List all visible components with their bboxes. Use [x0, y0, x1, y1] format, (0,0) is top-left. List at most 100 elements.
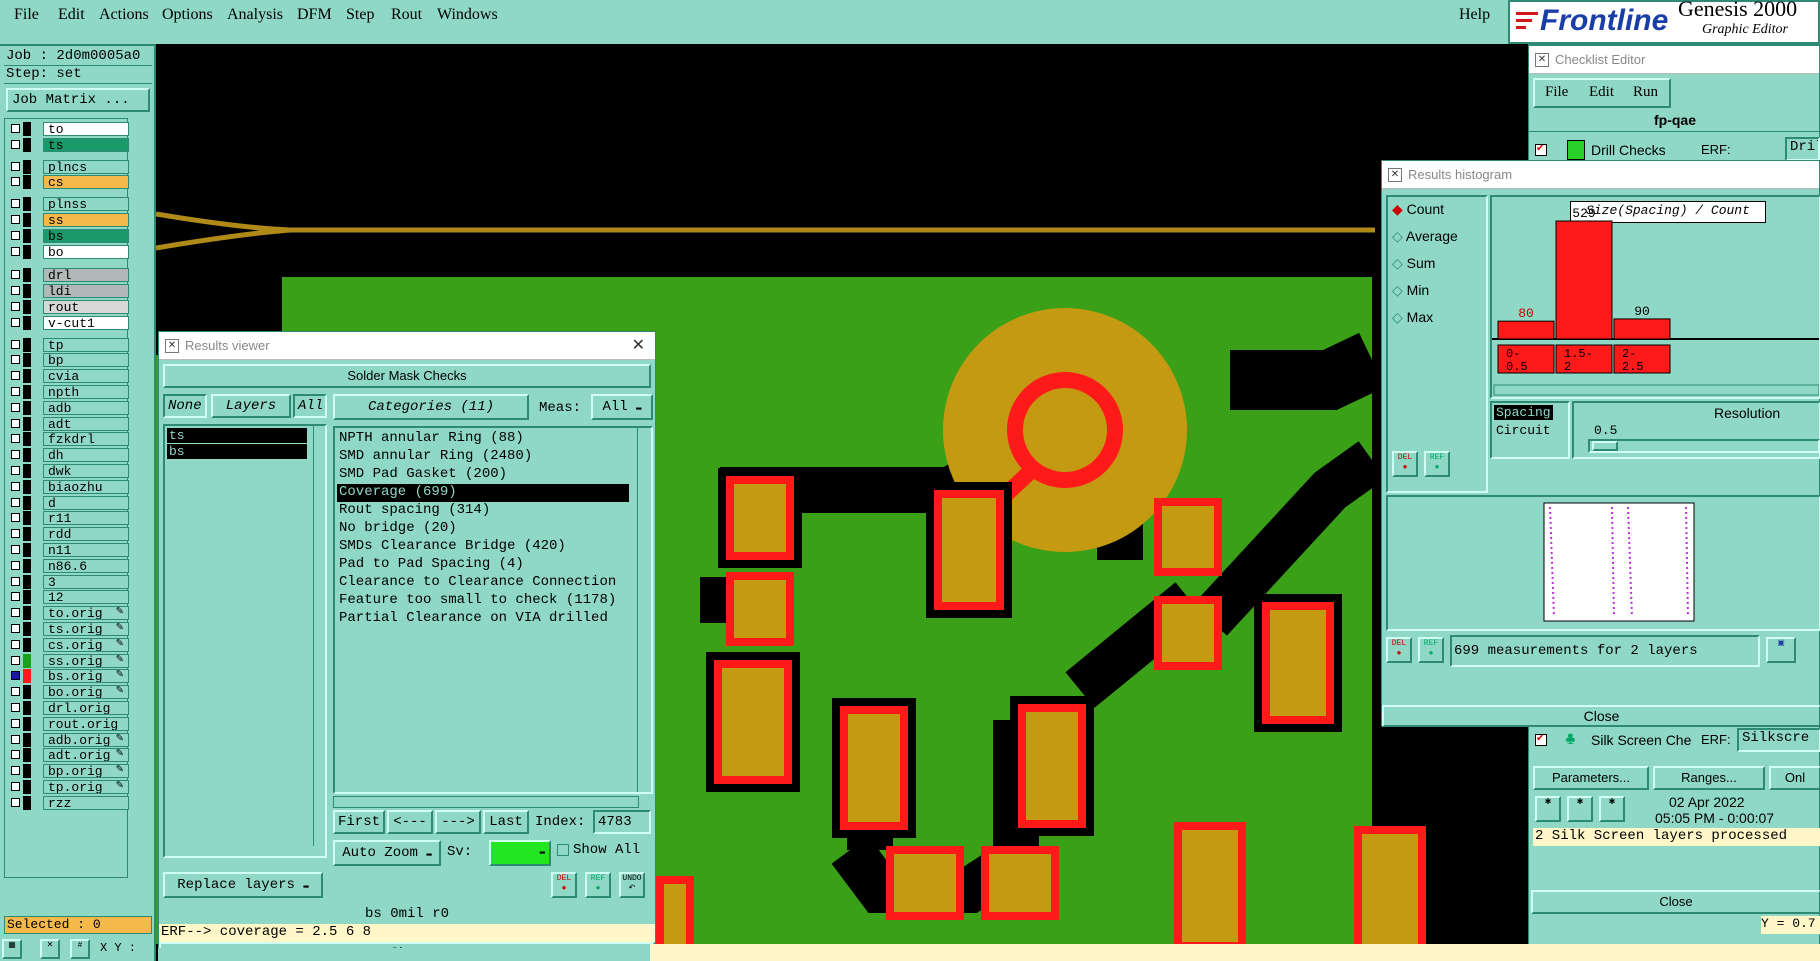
layer-row[interactable]: tp [7, 337, 129, 352]
show-all-checkbox[interactable] [557, 844, 569, 856]
layer-row[interactable]: rout.orig [7, 716, 129, 731]
layer-name[interactable]: 3 [43, 574, 129, 589]
ref-button[interactable]: REF ● [585, 872, 611, 898]
run-check-icon[interactable]: ✱ [1535, 796, 1561, 822]
layer-checkbox[interactable] [11, 576, 20, 586]
layer-row[interactable]: bo.orig ✎ [7, 685, 129, 700]
layer-checkbox[interactable] [11, 230, 20, 240]
menu-windows[interactable]: Windows [437, 6, 498, 24]
layer-checkbox[interactable] [11, 718, 20, 728]
layer-checkbox[interactable] [11, 466, 20, 475]
layer-row[interactable]: cs.orig ✎ [7, 637, 129, 652]
categories-hscrollbar[interactable] [333, 796, 639, 808]
layer-name[interactable]: dh [43, 448, 129, 463]
layer-checkbox[interactable] [11, 671, 20, 681]
layer-row[interactable]: bo [7, 244, 129, 259]
layer-row[interactable]: cs [7, 175, 129, 190]
layer-checkbox[interactable] [11, 608, 20, 618]
layer-name[interactable]: d [43, 495, 129, 510]
categories-scrollbar[interactable] [637, 428, 651, 792]
auto-zoom-dropdown[interactable]: Auto Zoom ▬ [333, 840, 441, 866]
category-item[interactable]: Clearance to Clearance Connection [337, 574, 637, 592]
histogram-option-count[interactable]: ◆ Count [1392, 201, 1444, 218]
layer-name[interactable]: adb.orig ✎ [43, 732, 129, 747]
layer-checkbox[interactable] [11, 513, 20, 523]
layer-name[interactable]: cvia [43, 369, 129, 384]
layer-name[interactable]: rout.orig [43, 716, 129, 731]
layer-row[interactable]: bp.orig ✎ [7, 764, 129, 779]
silk-erf-input[interactable]: Silkscre [1737, 728, 1820, 752]
histogram-ref-button[interactable]: REF ● [1424, 451, 1450, 477]
layer-name[interactable]: ts.orig ✎ [43, 622, 129, 636]
layer-name[interactable]: rzz [43, 795, 129, 810]
category-item[interactable]: SMD Pad Gasket (200) [337, 466, 637, 484]
replace-layers-button[interactable]: Replace layers ▬ [163, 872, 323, 898]
histogram-del-button[interactable]: DEL ● [1392, 451, 1418, 477]
layer-row[interactable]: dh [7, 448, 129, 463]
layer-row[interactable]: n86.6 [7, 558, 129, 573]
layer-row[interactable]: adt.orig ✎ [7, 748, 129, 763]
last-button[interactable]: Last [483, 810, 529, 834]
only-button[interactable]: Onl [1769, 766, 1820, 790]
layer-checkbox[interactable] [11, 371, 20, 381]
layer-name[interactable]: adt [43, 416, 129, 431]
layer-checkbox[interactable] [11, 529, 20, 539]
drill-erf-input[interactable]: Drill (N [1785, 137, 1820, 161]
layer-row[interactable]: 3 [7, 574, 129, 589]
layer-checkbox[interactable] [11, 592, 20, 602]
layer-name[interactable]: tp [43, 337, 129, 352]
layer-name[interactable]: bs.orig ✎ [43, 669, 129, 684]
menu-analysis[interactable]: Analysis [227, 6, 283, 24]
layer-checkbox[interactable] [11, 270, 20, 280]
layer-checkbox[interactable] [11, 402, 20, 412]
layer-row[interactable]: ts.orig ✎ [7, 622, 129, 636]
layer-name[interactable]: npth [43, 385, 129, 399]
layer-name[interactable]: bp.orig ✎ [43, 764, 129, 779]
histogram-close-button[interactable]: Close [1382, 705, 1820, 727]
close-icon[interactable]: ✕ [632, 332, 645, 360]
layer-checkbox[interactable] [11, 177, 20, 187]
layer-row[interactable]: drl.orig [7, 701, 129, 715]
layer-row[interactable]: drl [7, 268, 129, 283]
layer-checkbox[interactable] [11, 797, 20, 807]
layer-row[interactable]: rdd [7, 527, 129, 542]
layer-row[interactable]: ss.orig ✎ [7, 653, 129, 668]
layer-row[interactable]: plncs [7, 159, 129, 174]
layer-row[interactable]: plnss [7, 197, 129, 212]
layer-name[interactable]: ts [43, 137, 129, 152]
layer-checkbox[interactable] [11, 418, 20, 428]
layer-name[interactable]: cs [43, 175, 129, 190]
layer-name[interactable]: cs.orig ✎ [43, 637, 129, 652]
menu-actions[interactable]: Actions [99, 6, 149, 24]
layer-name[interactable]: bo [43, 244, 129, 259]
none-button[interactable]: None [163, 394, 207, 418]
layer-row[interactable]: r11 [7, 511, 129, 526]
category-item[interactable]: Feature too small to check (1178) [337, 592, 637, 610]
checklist-menu-run[interactable]: Run [1633, 84, 1658, 101]
menu-help[interactable]: Help [1459, 6, 1490, 24]
drill-checks-checkbox[interactable]: ✔ [1535, 144, 1547, 156]
layer-name[interactable]: bs [43, 228, 129, 243]
chart-hscrollbar[interactable] [1493, 384, 1819, 396]
layer-row[interactable]: bs.orig ✎ [7, 669, 129, 684]
layer-checkbox[interactable] [11, 199, 20, 209]
checklist-close-button[interactable]: Close [1531, 890, 1820, 914]
layer-row[interactable]: fzkdrl [7, 432, 129, 447]
checklist-menu-file[interactable]: File [1545, 84, 1568, 101]
grid-icon[interactable]: ▦ [2, 939, 22, 959]
ranges-button[interactable]: Ranges... [1653, 766, 1765, 790]
spacing-item[interactable]: Spacing [1494, 405, 1553, 420]
histogram-bar[interactable] [1613, 318, 1671, 340]
layer-checkbox[interactable] [11, 782, 20, 791]
layer-row[interactable]: adb.orig ✎ [7, 732, 129, 747]
layer-row[interactable]: rzz [7, 795, 129, 810]
layer-row[interactable]: adt [7, 416, 129, 431]
layer-row[interactable]: ts [7, 137, 129, 152]
layer-row[interactable]: cvia [7, 369, 129, 384]
layer-checkbox[interactable] [11, 687, 20, 697]
layer-name[interactable]: bo.orig ✎ [43, 685, 129, 700]
layer-name[interactable]: v-cut1 [43, 315, 129, 330]
layer-checkbox[interactable] [11, 545, 20, 554]
sv-dropdown[interactable]: ▬ [489, 840, 551, 866]
layer-item-bs[interactable]: bs [167, 444, 307, 459]
